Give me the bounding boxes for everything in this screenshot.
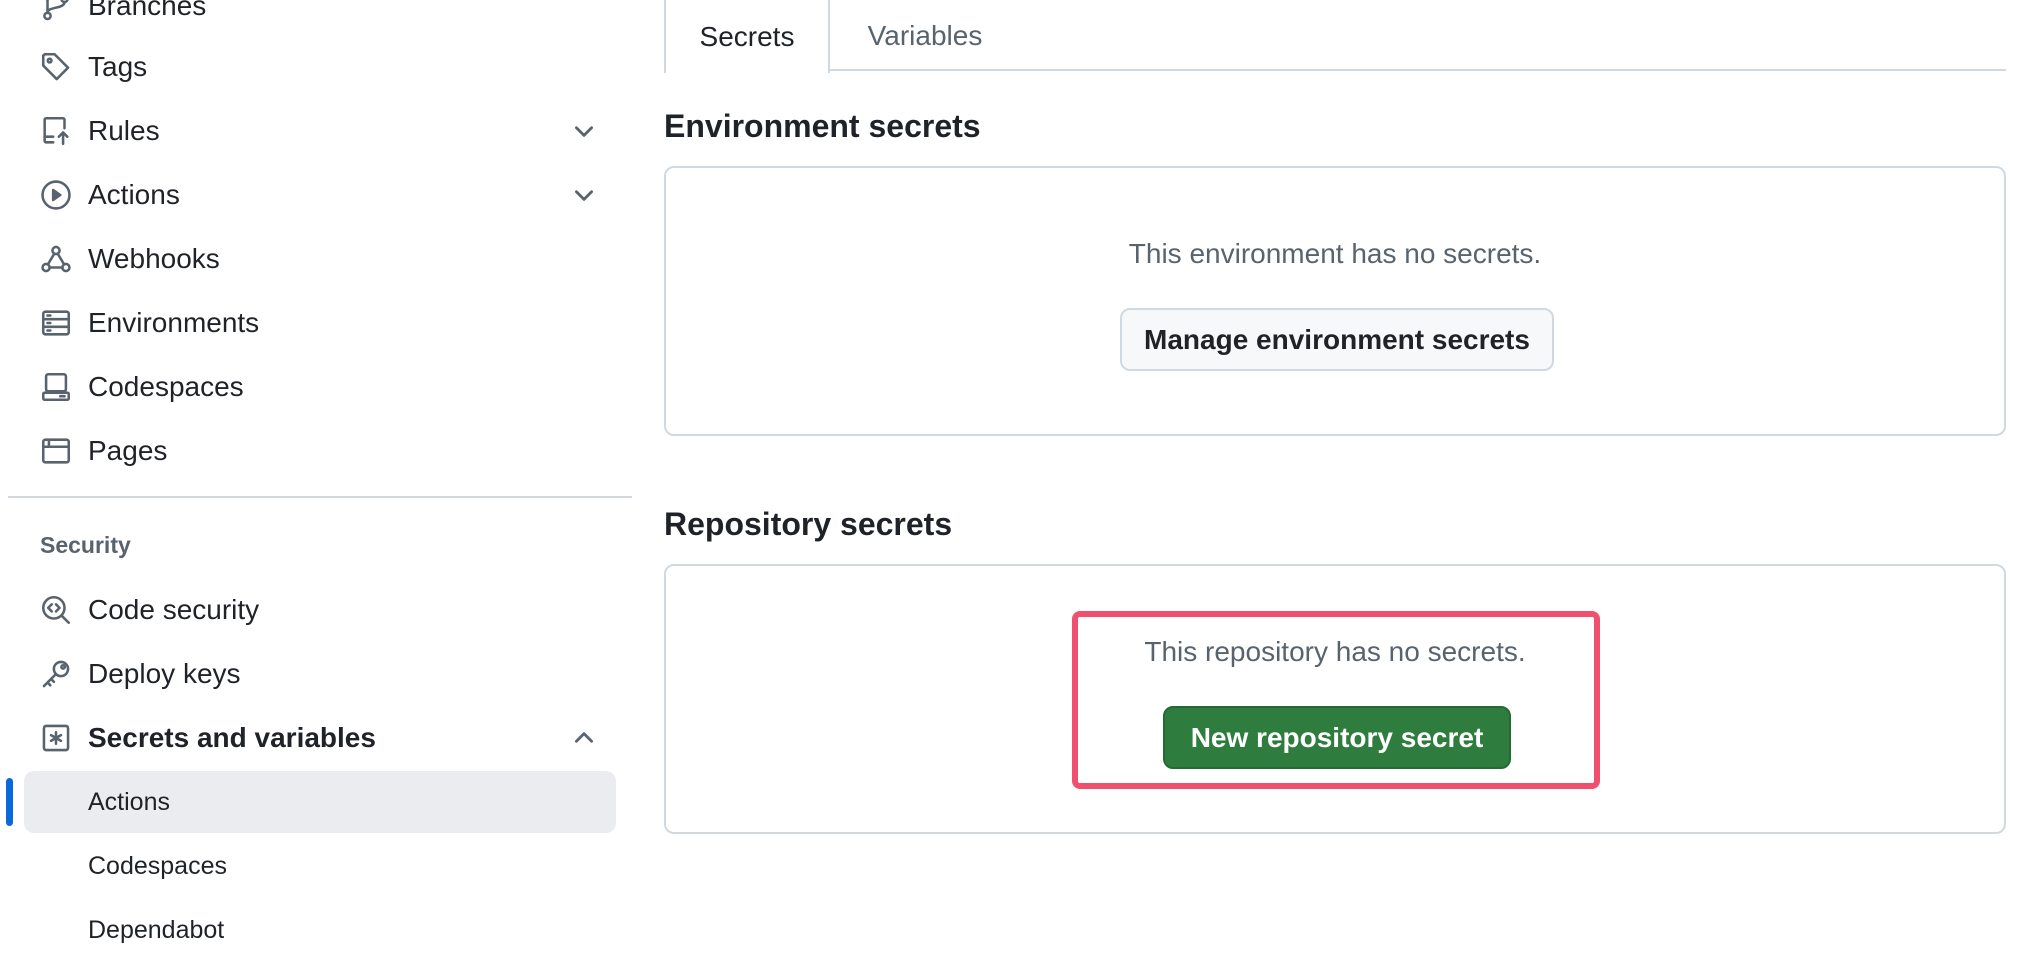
tab-secrets[interactable]: Secrets: [664, 0, 830, 73]
chevron-down-icon[interactable]: [568, 179, 600, 211]
manage-environment-secrets-button[interactable]: Manage environment secrets: [1120, 308, 1554, 371]
sidebar-item-deploy-keys[interactable]: Deploy keys: [0, 644, 620, 704]
environment-secrets-title: Environment secrets: [664, 108, 981, 144]
sidebar-item-label: Codespaces: [88, 371, 244, 402]
sidebar-item-label: Actions: [88, 179, 180, 210]
sidebar-subitem-label: Dependabot: [88, 915, 225, 944]
sidebar-item-webhooks[interactable]: Webhooks: [0, 229, 620, 289]
highlight-box: [1072, 611, 1600, 789]
secrets-variables-tabs: Secrets Variables: [664, 0, 2006, 73]
sidebar-subitem-dependabot[interactable]: Dependabot: [24, 899, 616, 961]
sidebar-subitem-label: Codespaces: [88, 851, 227, 880]
sidebar-item-label: Environments: [88, 307, 260, 338]
tab-variables[interactable]: Variables: [830, 0, 1020, 71]
key-icon: [38, 656, 74, 692]
settings-sidebar: Branches Tags Rules Actions Webhooks Env…: [0, 0, 640, 964]
webhook-icon: [38, 241, 74, 277]
environment-empty-message: This environment has no secrets.: [1128, 238, 1542, 269]
sidebar-item-label: Deploy keys: [88, 658, 241, 689]
sidebar-item-label: Pages: [88, 435, 168, 466]
sidebar-item-secrets-and-variables[interactable]: Secrets and variables: [0, 708, 620, 768]
sidebar-item-branches[interactable]: Branches: [0, 0, 620, 36]
sidebar-item-label: Code security: [88, 594, 260, 625]
active-indicator: [6, 778, 13, 826]
repository-secrets-title: Repository secrets: [664, 506, 953, 542]
security-section-heading: Security: [40, 532, 131, 558]
sidebar-item-tags[interactable]: Tags: [0, 37, 620, 97]
chevron-up-icon[interactable]: [568, 722, 600, 754]
sidebar-item-label: Tags: [88, 51, 148, 82]
server-icon: [38, 305, 74, 341]
asterisk-icon: [38, 720, 74, 756]
sidebar-item-rules[interactable]: Rules: [0, 101, 620, 161]
sidebar-subitem-actions[interactable]: Actions: [24, 771, 616, 833]
branch-icon: [38, 0, 74, 24]
browser-icon: [38, 433, 74, 469]
sidebar-subitem-label: Actions: [88, 787, 170, 816]
codescan-icon: [38, 592, 74, 628]
page: Branches Tags Rules Actions Webhooks Env…: [0, 0, 2036, 964]
sidebar-item-environments[interactable]: Environments: [0, 293, 620, 353]
environment-secrets-panel: This environment has no secrets. Manage …: [664, 166, 2006, 436]
sidebar-subitem-codespaces[interactable]: Codespaces: [24, 835, 616, 897]
sidebar-item-codespaces[interactable]: Codespaces: [0, 357, 620, 417]
sidebar-item-label: Rules: [88, 115, 160, 146]
rules-icon: [38, 113, 74, 149]
sidebar-divider: [8, 496, 632, 498]
sidebar-item-code-security[interactable]: Code security: [0, 580, 620, 640]
sidebar-item-label: Webhooks: [88, 243, 220, 274]
tag-icon: [38, 49, 74, 85]
sidebar-item-actions[interactable]: Actions: [0, 165, 620, 225]
sidebar-item-pages[interactable]: Pages: [0, 421, 620, 481]
sidebar-item-label: Secrets and variables: [88, 722, 376, 753]
play-icon: [38, 177, 74, 213]
sidebar-item-label: Branches: [88, 0, 207, 21]
chevron-down-icon[interactable]: [568, 115, 600, 147]
codespaces-icon: [38, 369, 74, 405]
